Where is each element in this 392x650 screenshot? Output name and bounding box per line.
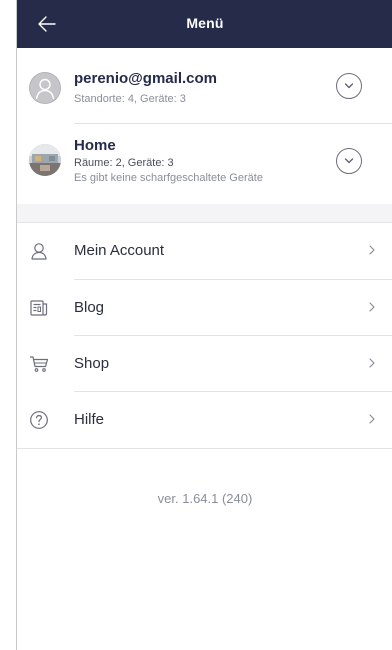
home-photo-icon bbox=[29, 144, 61, 176]
menu-label: Blog bbox=[74, 299, 105, 316]
expand-account-button[interactable] bbox=[336, 73, 362, 99]
menu-label: Mein Account bbox=[74, 242, 165, 259]
expand-location-button[interactable] bbox=[336, 148, 362, 174]
chevron-down-icon bbox=[344, 158, 354, 164]
avatar bbox=[29, 72, 61, 104]
chevron-down-icon bbox=[344, 83, 354, 89]
page-title: Menü bbox=[186, 15, 224, 31]
location-summary: Räume: 2, Geräte: 3 bbox=[74, 157, 174, 169]
cart-icon bbox=[30, 356, 49, 372]
menu-item-blog[interactable]: Blog bbox=[17, 280, 392, 336]
person-icon bbox=[31, 243, 47, 260]
newspaper-icon bbox=[30, 300, 48, 316]
app-version: ver. 1.64.1 (240) bbox=[157, 491, 253, 506]
section-gap bbox=[17, 204, 392, 222]
menu-item-my-account[interactable]: Mein Account bbox=[17, 223, 392, 279]
location-row-home[interactable]: Home Räume: 2, Geräte: 3 Es gibt keine s… bbox=[17, 124, 392, 204]
chevron-right-icon bbox=[369, 302, 375, 312]
chevron-right-icon bbox=[369, 414, 375, 424]
location-status: Es gibt keine scharfgeschaltete Geräte bbox=[74, 172, 263, 184]
menu-label: Hilfe bbox=[74, 411, 105, 428]
user-placeholder-icon bbox=[29, 72, 61, 104]
location-avatar bbox=[29, 144, 61, 176]
menu-item-shop[interactable]: Shop bbox=[17, 336, 392, 392]
divider bbox=[17, 448, 392, 449]
menu-item-help[interactable]: Hilfe bbox=[17, 392, 392, 448]
account-row-email[interactable]: perenio@gmail.com Standorte: 4, Geräte: … bbox=[17, 48, 392, 124]
menu-label: Shop bbox=[74, 355, 110, 372]
location-name: Home bbox=[74, 137, 116, 154]
menu-screen: Menü perenio@gmail.com Standorte: 4, Ger… bbox=[16, 0, 392, 650]
top-bar: Menü bbox=[17, 0, 392, 48]
account-email: perenio@gmail.com bbox=[74, 70, 217, 87]
chevron-right-icon bbox=[369, 358, 375, 368]
account-summary: Standorte: 4, Geräte: 3 bbox=[74, 93, 186, 105]
question-icon bbox=[30, 411, 48, 429]
chevron-right-icon bbox=[369, 245, 375, 255]
